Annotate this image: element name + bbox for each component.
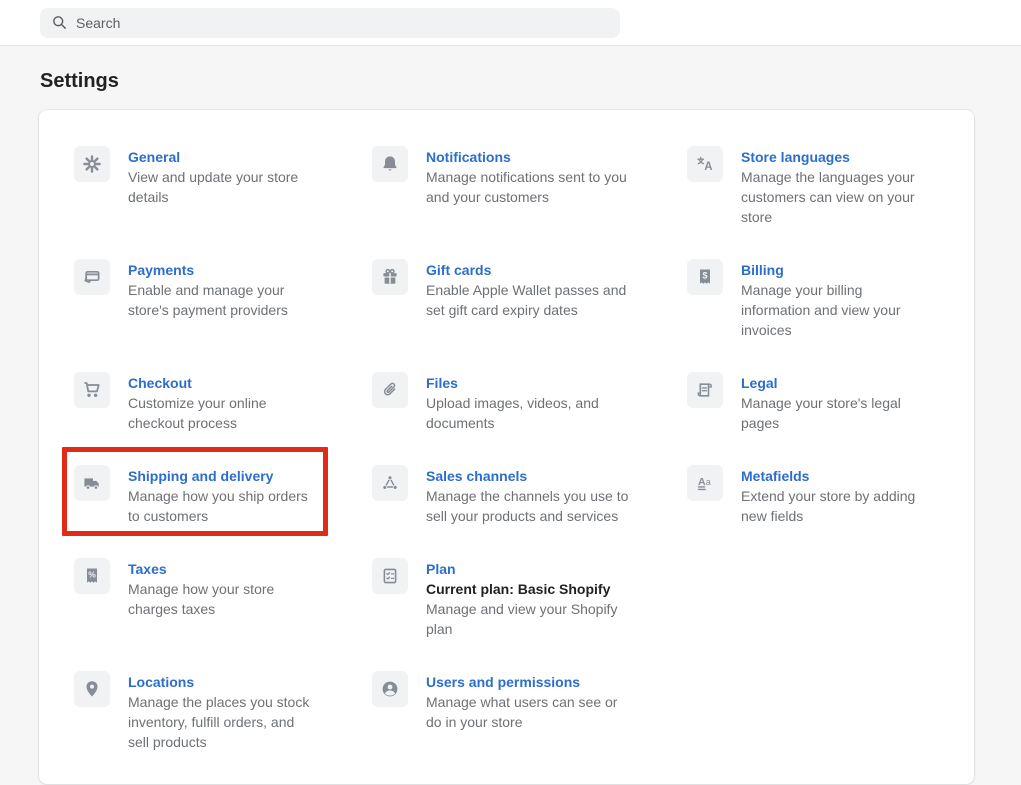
settings-item-description: Enable and manage your store's payment p…	[128, 280, 320, 320]
settings-item-general[interactable]: General View and update your store detai…	[74, 146, 372, 227]
settings-item-title[interactable]: Sales channels	[426, 466, 527, 486]
settings-item-legal[interactable]: Legal Manage your store's legal pages	[687, 372, 946, 433]
svg-text:%: %	[88, 570, 96, 580]
settings-grid: General View and update your store detai…	[74, 146, 946, 752]
gift-icon	[372, 259, 408, 295]
settings-item-description: Manage how your store charges taxes	[128, 579, 320, 619]
translate-icon: A	[687, 146, 723, 182]
settings-item-users-and-permissions[interactable]: Users and permissions Manage what users …	[372, 671, 687, 752]
settings-item-title[interactable]: Legal	[741, 373, 778, 393]
settings-item-billing[interactable]: $ Billing Manage your billing informatio…	[687, 259, 946, 340]
settings-item-title[interactable]: Billing	[741, 260, 784, 280]
truck-icon	[74, 465, 110, 501]
settings-item-taxes[interactable]: % Taxes Manage how your store charges ta…	[74, 558, 372, 639]
settings-item-payments[interactable]: Payments Enable and manage your store's …	[74, 259, 372, 340]
svg-text:A: A	[704, 161, 712, 173]
settings-item-description: Manage the languages your customers can …	[741, 167, 927, 227]
settings-item-title[interactable]: Plan	[426, 559, 456, 579]
settings-item-description: Manage notifications sent to you and you…	[426, 167, 640, 207]
page-title: Settings	[40, 70, 1021, 93]
settings-item-checkout[interactable]: Checkout Customize your online checkout …	[74, 372, 372, 433]
share-nodes-icon	[372, 465, 408, 501]
map-pin-icon	[74, 671, 110, 707]
settings-item-description: Enable Apple Wallet passes and set gift …	[426, 280, 640, 320]
search-box[interactable]	[40, 8, 620, 38]
settings-item-description: Manage how you ship orders to customers	[128, 486, 320, 526]
settings-item-notifications[interactable]: Notifications Manage notifications sent …	[372, 146, 687, 227]
svg-text:$: $	[702, 271, 707, 281]
settings-item-store-languages[interactable]: A Store languages Manage the languages y…	[687, 146, 946, 227]
settings-item-locations[interactable]: Locations Manage the places you stock in…	[74, 671, 372, 752]
text-aa-icon: Aa	[687, 465, 723, 501]
receipt-percent-icon: %	[74, 558, 110, 594]
search-icon	[51, 14, 68, 31]
settings-item-metafields[interactable]: Aa Metafields Extend your store by addin…	[687, 465, 946, 526]
gear-icon	[74, 146, 110, 182]
cart-icon	[74, 372, 110, 408]
settings-item-description: Manage the channels you use to sell your…	[426, 486, 640, 526]
settings-item-description: Upload images, videos, and documents	[426, 393, 640, 433]
settings-item-title[interactable]: Payments	[128, 260, 194, 280]
receipt-dollar-icon: $	[687, 259, 723, 295]
settings-item-bold-line: Current plan: Basic Shopify	[426, 579, 640, 599]
settings-item-description: Manage your store's legal pages	[741, 393, 927, 433]
payment-card-icon	[74, 259, 110, 295]
settings-card: General View and update your store detai…	[39, 110, 974, 784]
user-circle-icon	[372, 671, 408, 707]
settings-item-title[interactable]: Store languages	[741, 147, 850, 167]
settings-item-title[interactable]: Gift cards	[426, 260, 491, 280]
settings-item-plan[interactable]: Plan Current plan: Basic Shopify Manage …	[372, 558, 687, 639]
settings-item-description: Manage the places you stock inventory, f…	[128, 692, 314, 752]
settings-item-description: Extend your store by adding new fields	[741, 486, 927, 526]
paperclip-icon	[372, 372, 408, 408]
settings-item-title[interactable]: General	[128, 147, 180, 167]
settings-item-title[interactable]: Checkout	[128, 373, 192, 393]
settings-item-files[interactable]: Files Upload images, videos, and documen…	[372, 372, 687, 433]
topbar	[0, 0, 1021, 46]
settings-item-shipping-and-delivery[interactable]: Shipping and delivery Manage how you shi…	[74, 465, 372, 526]
settings-item-description: Manage what users can see or do in your …	[426, 692, 618, 732]
settings-item-title[interactable]: Metafields	[741, 466, 809, 486]
checklist-icon	[372, 558, 408, 594]
settings-item-title[interactable]: Shipping and delivery	[128, 466, 273, 486]
settings-item-title[interactable]: Notifications	[426, 147, 511, 167]
scroll-icon	[687, 372, 723, 408]
svg-text:a: a	[706, 477, 711, 487]
settings-item-sales-channels[interactable]: Sales channels Manage the channels you u…	[372, 465, 687, 526]
settings-item-title[interactable]: Taxes	[128, 559, 167, 579]
settings-item-gift-cards[interactable]: Gift cards Enable Apple Wallet passes an…	[372, 259, 687, 340]
settings-item-title[interactable]: Locations	[128, 672, 194, 692]
svg-text:A: A	[698, 476, 706, 488]
settings-item-description: Manage your billing information and view…	[741, 280, 927, 340]
bell-icon	[372, 146, 408, 182]
settings-item-title[interactable]: Users and permissions	[426, 672, 580, 692]
settings-item-description: Manage and view your Shopify plan	[426, 599, 640, 639]
settings-item-description: View and update your store details	[128, 167, 320, 207]
search-input[interactable]	[76, 15, 609, 31]
settings-item-title[interactable]: Files	[426, 373, 458, 393]
settings-item-description: Customize your online checkout process	[128, 393, 320, 433]
